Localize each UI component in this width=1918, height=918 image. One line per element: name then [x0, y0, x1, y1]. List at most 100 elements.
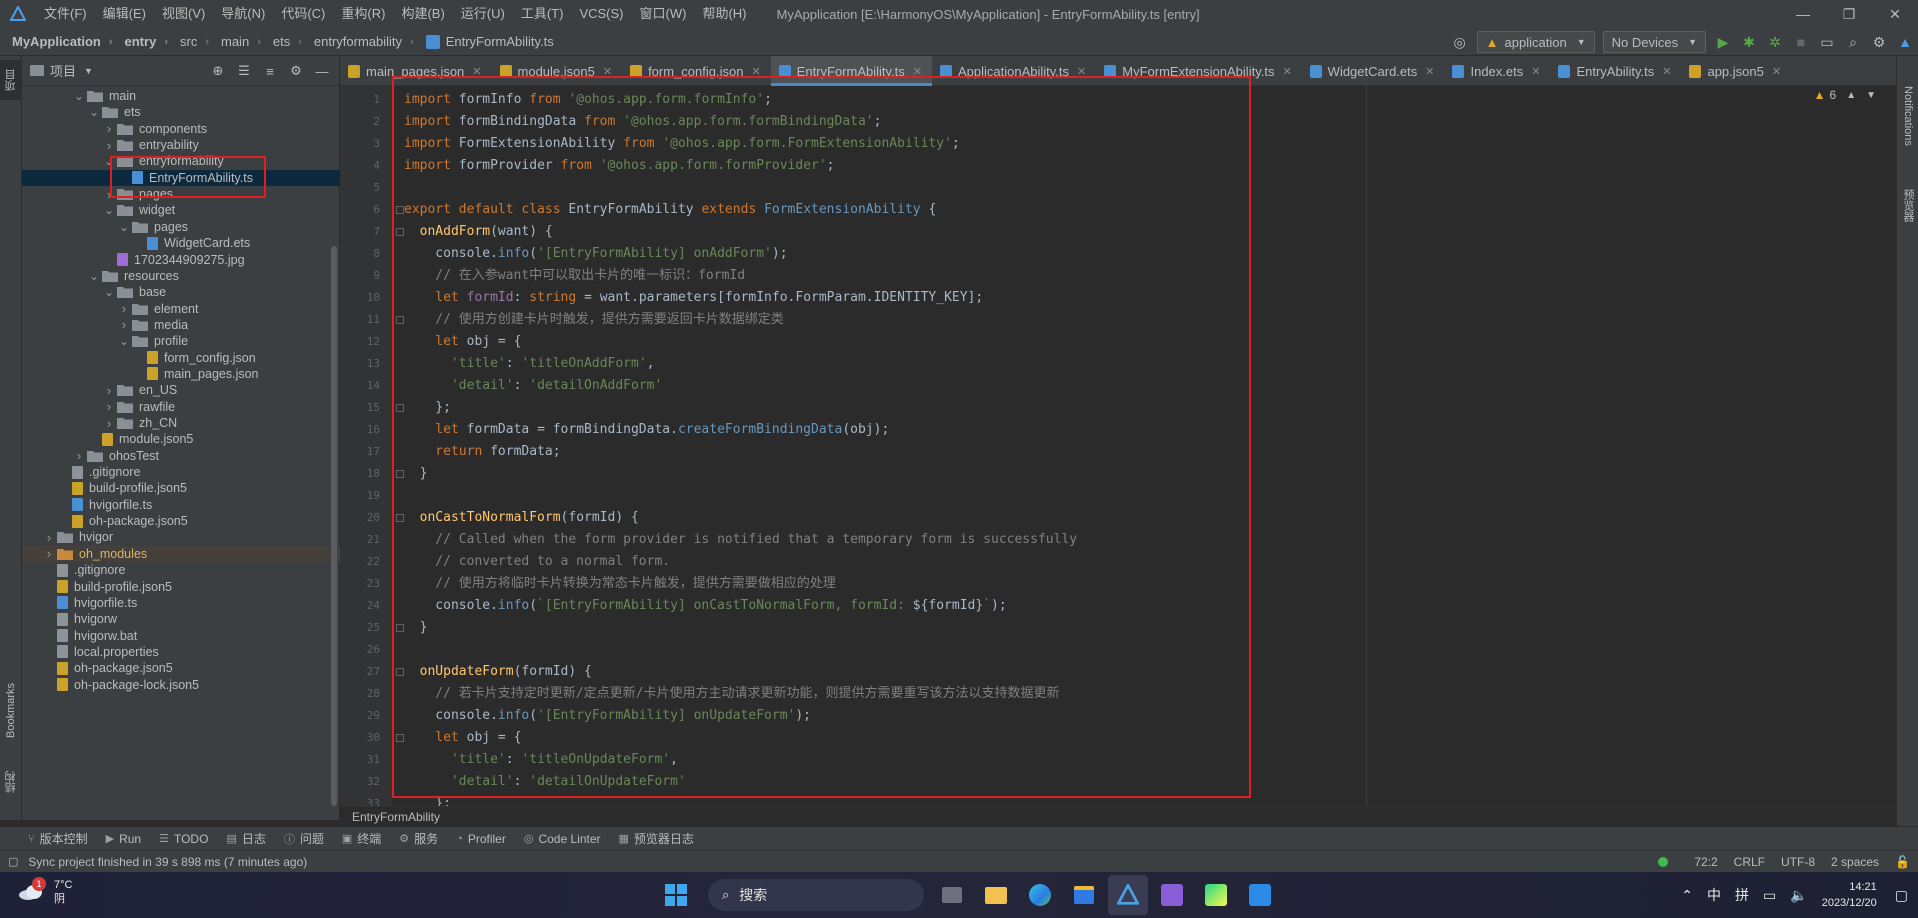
- chevron-right-icon[interactable]: ›: [101, 399, 117, 414]
- run-icon[interactable]: ▶: [1710, 28, 1736, 56]
- chevron-right-icon[interactable]: ›: [41, 530, 57, 545]
- editor-breadcrumb[interactable]: EntryFormAbility: [340, 806, 1918, 826]
- menu-item[interactable]: VCS(S): [571, 0, 631, 28]
- editor-tab[interactable]: WidgetCard.ets ✕: [1302, 56, 1445, 86]
- tool-window-button[interactable]: ⑂ 版本控制: [28, 830, 88, 847]
- tree-item[interactable]: › element: [22, 301, 340, 317]
- close-icon[interactable]: ✕: [1662, 65, 1671, 78]
- tree-item[interactable]: › zh_CN: [22, 415, 340, 431]
- editor-tab[interactable]: EntryAbility.ts ✕: [1550, 56, 1681, 86]
- close-icon[interactable]: ✕: [1772, 65, 1781, 78]
- tool-window-button[interactable]: ▣ 终端: [342, 830, 381, 847]
- tool-window-button[interactable]: ⓘ 问题: [284, 830, 324, 847]
- editor-tab[interactable]: Index.ets ✕: [1444, 56, 1550, 86]
- project-tool-tab[interactable]: 项目: [0, 60, 22, 100]
- tree-item[interactable]: local.properties: [22, 644, 340, 660]
- clock[interactable]: 14:21 2023/12/20: [1822, 879, 1877, 911]
- chevron-right-icon[interactable]: ›: [116, 317, 132, 332]
- search-icon[interactable]: ⌕: [1840, 28, 1866, 56]
- breadcrumb-item[interactable]: entry ›: [113, 34, 168, 49]
- menu-item[interactable]: 导航(N): [213, 0, 273, 28]
- breadcrumb-item[interactable]: ets ›: [261, 34, 302, 49]
- tool-window-button[interactable]: ⚙ 服务: [399, 830, 438, 847]
- windows-start-icon[interactable]: [656, 875, 696, 915]
- tree-scrollbar[interactable]: [331, 246, 337, 806]
- taskbar-search[interactable]: ⌕ 搜索: [708, 879, 924, 911]
- tree-item[interactable]: › media: [22, 317, 340, 333]
- file-encoding[interactable]: UTF-8: [1781, 855, 1815, 869]
- tree-item[interactable]: build-profile.json5: [22, 480, 340, 496]
- weather-widget[interactable]: 1 7°C 阴: [18, 877, 72, 906]
- panel-toggle-icon[interactable]: ▢: [8, 855, 18, 868]
- tree-item[interactable]: build-profile.json5: [22, 579, 340, 595]
- ime-mode[interactable]: 中: [1707, 885, 1721, 905]
- fold-icon[interactable]: [396, 668, 404, 676]
- pycharm-icon[interactable]: [1196, 875, 1236, 915]
- tree-item[interactable]: hvigorfile.ts: [22, 595, 340, 611]
- menu-item[interactable]: 构建(B): [393, 0, 452, 28]
- run-config-select[interactable]: ▲ application ▼: [1476, 31, 1595, 53]
- chevron-down-icon[interactable]: ⌄: [86, 269, 102, 283]
- visual-studio-icon[interactable]: [1152, 875, 1192, 915]
- lock-icon[interactable]: 🔓: [1895, 855, 1910, 869]
- tree-item[interactable]: oh-package.json5: [22, 513, 340, 529]
- tree-item[interactable]: ⌄ resources: [22, 268, 340, 284]
- tool-window-button[interactable]: ▶ Run: [106, 832, 141, 846]
- tree-item[interactable]: › rawfile: [22, 399, 340, 415]
- network-icon[interactable]: ▭: [1763, 887, 1776, 904]
- chevron-right-icon[interactable]: ›: [101, 138, 117, 153]
- chevron-up-icon[interactable]: ▲: [1846, 90, 1856, 101]
- profile-icon[interactable]: ✲: [1762, 28, 1788, 56]
- menu-item[interactable]: 编辑(E): [95, 0, 154, 28]
- hide-icon[interactable]: —: [309, 64, 335, 79]
- tree-item[interactable]: module.json5: [22, 431, 340, 447]
- target-icon[interactable]: ◎: [1447, 28, 1473, 56]
- chevron-right-icon[interactable]: ›: [116, 301, 132, 316]
- close-icon[interactable]: ✕: [1282, 65, 1291, 78]
- tree-item[interactable]: › entryability: [22, 137, 340, 153]
- tree-item[interactable]: › ohosTest: [22, 448, 340, 464]
- breadcrumb-item[interactable]: entryformability ›: [302, 34, 414, 49]
- chevron-right-icon[interactable]: ›: [101, 383, 117, 398]
- chevron-down-icon[interactable]: ⌄: [101, 203, 117, 217]
- tree-item[interactable]: hvigorw: [22, 611, 340, 627]
- task-view-icon[interactable]: [932, 875, 972, 915]
- close-icon[interactable]: ✕: [1425, 65, 1434, 78]
- breadcrumb-item[interactable]: EntryFormAbility.ts: [414, 34, 554, 49]
- close-button[interactable]: ✕: [1872, 0, 1918, 28]
- menu-item[interactable]: 重构(R): [333, 0, 393, 28]
- status-ok-icon[interactable]: [1658, 857, 1669, 867]
- tool-window-button[interactable]: ▦ 预览器日志: [619, 830, 694, 847]
- chevron-down-icon[interactable]: ⌄: [86, 105, 102, 119]
- tree-item[interactable]: › hvigor: [22, 529, 340, 545]
- tree-item[interactable]: ⌄ base: [22, 284, 340, 300]
- code-editor[interactable]: 1 2 3 4 5 6 7 8 9 10 11 12 13 14 15 16 17 18 19 20 21 22 23 24 2…: [340, 76, 1918, 810]
- chevron-down-icon[interactable]: ⌄: [116, 220, 132, 234]
- store-icon[interactable]: [1064, 875, 1104, 915]
- device-select[interactable]: No Devices ▼: [1602, 31, 1706, 53]
- fold-icon[interactable]: [396, 624, 404, 632]
- chevron-down-icon[interactable]: ⌄: [101, 285, 117, 299]
- collapse-all-icon[interactable]: ≡: [257, 64, 283, 79]
- device-manager-icon[interactable]: ▭: [1814, 28, 1840, 56]
- caret-position[interactable]: 72:2: [1694, 855, 1717, 869]
- fold-icon[interactable]: [396, 206, 404, 214]
- close-icon[interactable]: ✕: [1531, 65, 1540, 78]
- minimize-button[interactable]: —: [1780, 0, 1826, 28]
- menu-item[interactable]: 窗口(W): [632, 0, 695, 28]
- fold-icon[interactable]: [396, 316, 404, 324]
- tree-item[interactable]: hvigorfile.ts: [22, 497, 340, 513]
- logo-icon[interactable]: ▲: [1892, 28, 1918, 56]
- tool-window-button[interactable]: ◎ Code Linter: [524, 832, 601, 846]
- structure-tool-tab[interactable]: 结构: [0, 762, 22, 802]
- line-separator[interactable]: CRLF: [1734, 855, 1765, 869]
- menu-item[interactable]: 视图(V): [154, 0, 213, 28]
- tool-window-button[interactable]: ▤ 日志: [226, 830, 265, 847]
- notifications-tool-tab[interactable]: Notifications: [1897, 66, 1918, 166]
- locate-icon[interactable]: ⊕: [205, 63, 231, 79]
- settings-icon[interactable]: ⚙: [1866, 28, 1892, 56]
- file-explorer-icon[interactable]: [976, 875, 1016, 915]
- tree-item[interactable]: › oh_modules: [22, 545, 340, 562]
- fold-icon[interactable]: [396, 470, 404, 478]
- tree-item[interactable]: ⌄ profile: [22, 333, 340, 349]
